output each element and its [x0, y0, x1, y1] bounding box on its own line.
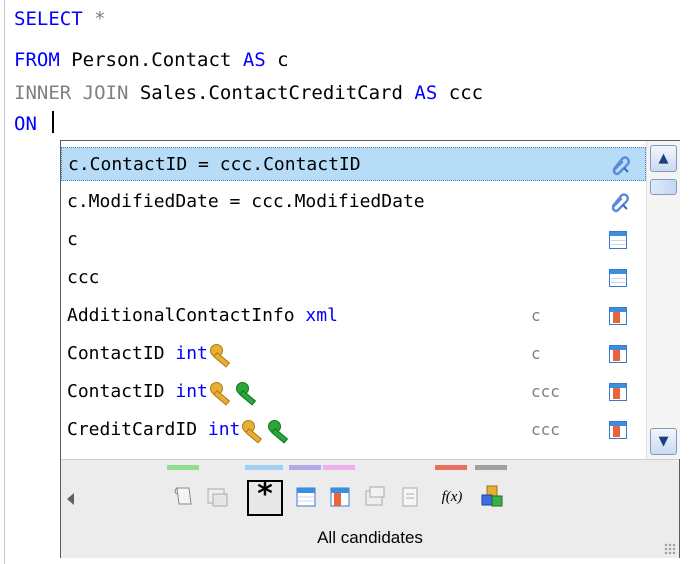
- procedure-filter-icon[interactable]: [360, 482, 390, 512]
- item-table: ccc: [531, 420, 560, 439]
- alias: c: [277, 49, 289, 71]
- item-text: ContactID: [67, 343, 165, 364]
- item-type: int: [164, 343, 208, 364]
- keyword: AS: [242, 49, 266, 71]
- primary-key-icon: [240, 419, 266, 444]
- column-icon: [609, 383, 627, 401]
- foreign-key-icon: [234, 381, 260, 406]
- scroll-down-button[interactable]: ▼: [650, 428, 677, 455]
- completion-item-label: ContactID int: [67, 337, 234, 371]
- table-icon: [609, 231, 627, 249]
- fx-label: f(x): [441, 489, 463, 505]
- completion-item-label: c.ModifiedDate = ccc.ModifiedDate: [67, 185, 425, 219]
- item-text: c.ContactID = ccc.ContactID: [68, 154, 361, 175]
- keyword: ON: [14, 113, 37, 135]
- scrollbar[interactable]: ▲ ▼: [646, 141, 680, 459]
- keyword: AS: [414, 82, 438, 104]
- scroll-up-button[interactable]: ▲: [650, 145, 677, 172]
- object-filter-icon[interactable]: [477, 482, 507, 512]
- item-table: c: [531, 306, 541, 325]
- item-table: c: [531, 344, 541, 363]
- foreign-key-icon: [266, 419, 292, 444]
- item-text: ContactID: [67, 381, 165, 402]
- snippet-filter-icon[interactable]: [169, 482, 199, 512]
- completion-list[interactable]: c.ContactID = ccc.ContactID c.ModifiedDat…: [61, 141, 646, 459]
- completion-item[interactable]: AdditionalContactInfo xml c: [61, 299, 646, 333]
- item-text: c: [67, 229, 78, 250]
- all-candidates-icon[interactable]: *: [247, 480, 283, 516]
- item-type: xml: [294, 305, 338, 326]
- keyword: FROM: [14, 49, 60, 71]
- text-cursor: [52, 111, 55, 133]
- primary-key-icon: [208, 343, 234, 368]
- scroll-left-icon[interactable]: [67, 493, 74, 505]
- table-filter-icon[interactable]: [291, 482, 321, 512]
- column-icon: [609, 307, 627, 325]
- filter-indicator: [245, 465, 283, 470]
- completion-item-label: ContactID int: [67, 375, 260, 409]
- code-line-3: INNER JOIN Sales.ContactCreditCard AS cc…: [14, 79, 483, 107]
- join-icon: [609, 191, 629, 213]
- completion-item-label: c.ContactID = ccc.ContactID: [68, 148, 361, 182]
- completion-item[interactable]: ContactID int ccc: [61, 375, 646, 409]
- view-filter-icon[interactable]: [203, 482, 233, 512]
- table-name: Person.Contact: [71, 49, 232, 71]
- completion-item[interactable]: CreditCardID int ccc: [61, 413, 646, 447]
- keyword-filter-icon[interactable]: [395, 482, 425, 512]
- function-filter-icon[interactable]: f(x): [437, 482, 467, 512]
- item-text: ccc: [67, 267, 100, 288]
- item-type: int: [164, 381, 208, 402]
- join-icon: [610, 154, 630, 176]
- completion-item[interactable]: c.ModifiedDate = ccc.ModifiedDate: [61, 185, 646, 219]
- column-filter-icon[interactable]: [325, 482, 355, 512]
- filter-indicator: [289, 465, 321, 470]
- column-icon: [609, 345, 627, 363]
- status-label: All candidates: [317, 528, 423, 547]
- item-table: ccc: [531, 382, 560, 401]
- completion-popup[interactable]: c.ContactID = ccc.ContactID c.ModifiedDat…: [60, 140, 680, 558]
- resize-grip[interactable]: [664, 543, 676, 555]
- code-line-1: SELECT *: [14, 5, 106, 33]
- item-text: AdditionalContactInfo: [67, 305, 295, 326]
- alias: ccc: [448, 82, 484, 104]
- editor-margin: [4, 0, 5, 564]
- completion-item[interactable]: c: [61, 223, 646, 257]
- table-name: Sales.ContactCreditCard: [139, 82, 403, 104]
- filter-indicator: [475, 465, 507, 470]
- completion-item-label: c: [67, 223, 78, 257]
- keyword: SELECT: [14, 8, 83, 30]
- filter-indicator: [167, 465, 199, 470]
- completion-item[interactable]: ccc: [61, 261, 646, 295]
- item-text: CreditCardID: [67, 419, 198, 440]
- completion-item[interactable]: ContactID int c: [61, 337, 646, 371]
- item-text: c.ModifiedDate = ccc.ModifiedDate: [67, 191, 425, 212]
- item-type: int: [197, 419, 241, 440]
- table-icon: [609, 269, 627, 287]
- asterisk: *: [94, 8, 106, 30]
- filter-toolbar: * f(x) All candidates: [61, 459, 679, 558]
- code-line-4: ON: [14, 110, 55, 138]
- scroll-thumb[interactable]: [650, 179, 677, 195]
- code-line-2: FROM Person.Contact AS c: [14, 46, 289, 74]
- filter-indicator: [435, 465, 467, 470]
- column-icon: [609, 421, 627, 439]
- primary-key-icon: [208, 381, 234, 406]
- keyword: INNER JOIN: [14, 82, 129, 104]
- completion-item-label: CreditCardID int: [67, 413, 292, 447]
- completion-item[interactable]: c.ContactID = ccc.ContactID: [61, 147, 646, 181]
- completion-item-label: ccc: [67, 261, 100, 295]
- filter-indicator: [323, 465, 355, 470]
- completion-item-label: AdditionalContactInfo xml: [67, 299, 338, 333]
